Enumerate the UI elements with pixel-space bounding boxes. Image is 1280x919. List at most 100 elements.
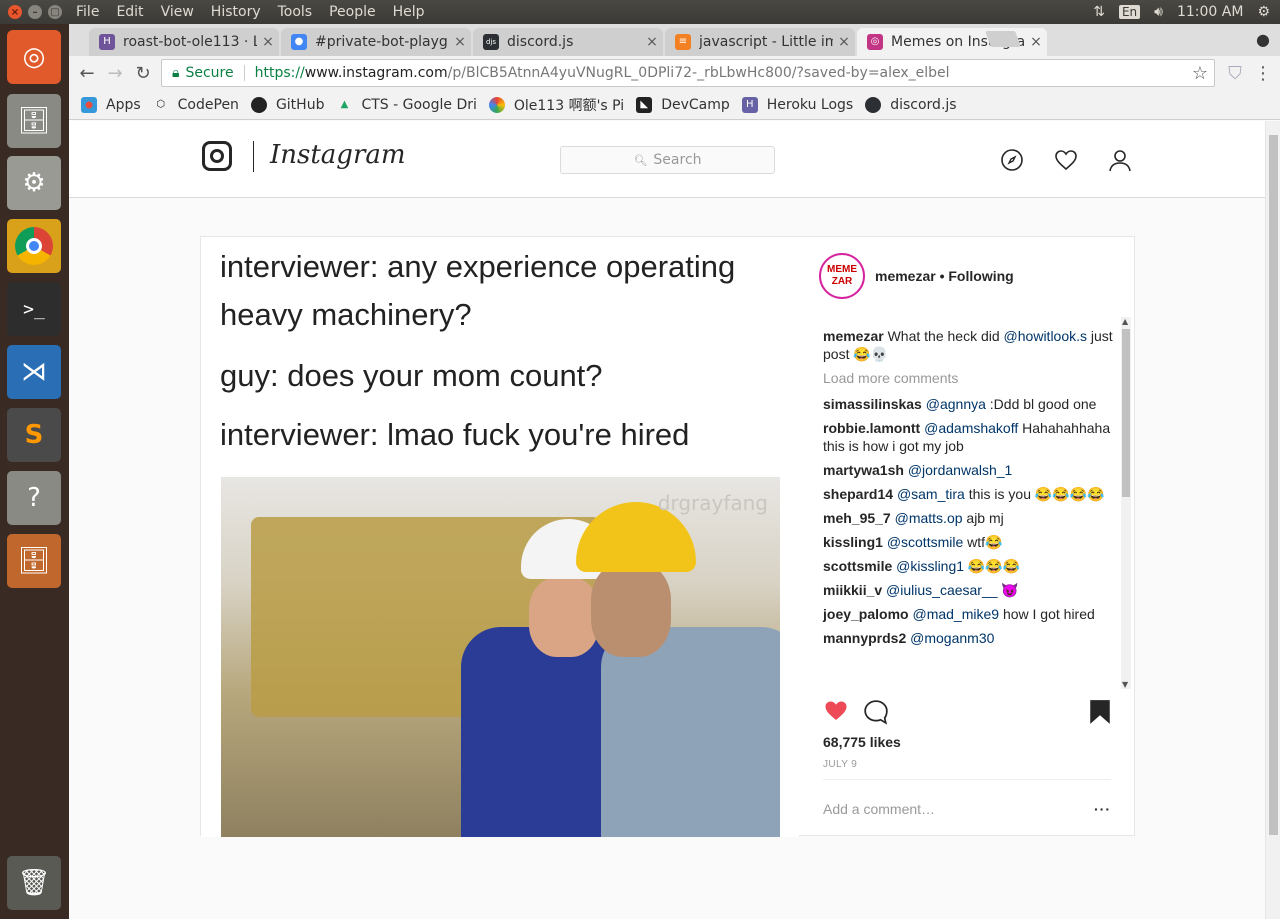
tab-close-icon[interactable]: ×: [641, 34, 663, 50]
bookmark-discordjs[interactable]: discord.js: [865, 96, 957, 113]
address-bar[interactable]: 🔒︎ Secure https:// www.instagram.com /p/…: [161, 59, 1215, 87]
likes-count[interactable]: 68,775 likes: [823, 734, 901, 750]
menu-edit[interactable]: Edit: [116, 4, 143, 20]
volume-icon[interactable]: 🔊︎: [1154, 4, 1163, 20]
caption-username[interactable]: memezar: [823, 328, 884, 344]
new-tab-button[interactable]: [985, 31, 1021, 47]
comment-mention[interactable]: @matts.op: [895, 510, 963, 526]
caption-mention[interactable]: @howitlook.s: [1004, 328, 1087, 344]
vscode-icon[interactable]: ⋊: [7, 345, 61, 399]
bookmark-devcamp[interactable]: ◣ DevCamp: [636, 96, 730, 113]
keyboard-language[interactable]: En: [1118, 5, 1141, 19]
files-icon[interactable]: 🗄: [7, 94, 61, 148]
files-secondary-icon[interactable]: 🗄: [7, 534, 61, 588]
comment-mention[interactable]: @adamshakoff: [924, 420, 1018, 436]
window-minimize-button[interactable]: –: [28, 5, 42, 19]
bookmark-heroku-logs[interactable]: H Heroku Logs: [741, 96, 853, 113]
bookmark-apps[interactable]: Apps: [81, 96, 141, 113]
comment-username[interactable]: robbie.lamontt: [823, 420, 920, 436]
page-scrollbar[interactable]: [1265, 121, 1280, 919]
menu-help[interactable]: Help: [393, 4, 425, 20]
profile-user-icon[interactable]: [1108, 148, 1132, 172]
comment-item: mannyprds2 @moganm30: [823, 629, 1113, 647]
terminal-icon[interactable]: >_: [7, 282, 61, 336]
bookmark-ole113[interactable]: Ole113 啊额's Pi: [488, 95, 624, 115]
like-heart-icon[interactable]: [823, 699, 849, 723]
author-username[interactable]: memezar: [875, 268, 936, 284]
tab-close-icon[interactable]: ×: [449, 34, 471, 50]
save-bookmark-icon[interactable]: [1089, 699, 1111, 725]
system-settings-icon[interactable]: ⚙: [7, 156, 61, 210]
forward-arrow-icon[interactable]: →: [101, 63, 129, 84]
comments-scrollbar[interactable]: ▲ ▼: [1121, 317, 1131, 689]
search-input[interactable]: 🔍︎ Search: [560, 146, 775, 174]
comment-mention[interactable]: @iulius_caesar__: [886, 582, 998, 598]
instagram-wordmark[interactable]: Instagram: [270, 140, 406, 170]
tab-close-icon[interactable]: ×: [833, 34, 855, 50]
chrome-menu-icon[interactable]: ⋮: [1249, 63, 1277, 84]
back-arrow-icon[interactable]: ←: [73, 63, 101, 84]
more-options-icon[interactable]: ···: [1094, 801, 1111, 817]
scroll-down-arrow-icon[interactable]: ▼: [1122, 680, 1128, 689]
explore-compass-icon[interactable]: [1000, 148, 1024, 172]
comment-username[interactable]: kissling1: [823, 534, 883, 550]
unknown-app-icon[interactable]: ?: [7, 471, 61, 525]
comment-mention[interactable]: @sam_tira: [897, 486, 965, 502]
instagram-camera-logo-icon[interactable]: [202, 141, 232, 171]
reload-icon[interactable]: ↻: [129, 63, 157, 84]
follow-status[interactable]: • Following: [940, 268, 1014, 284]
menu-people[interactable]: People: [329, 4, 376, 20]
clock[interactable]: 11:00 AM: [1177, 4, 1243, 20]
sublime-text-icon[interactable]: S: [7, 408, 61, 462]
post-date[interactable]: JULY 9: [823, 759, 857, 770]
bookmark-codepen[interactable]: ⬡ CodePen: [153, 97, 239, 113]
menu-history[interactable]: History: [211, 4, 261, 20]
post-image[interactable]: interviewer: any experience operating he…: [201, 237, 799, 837]
scroll-up-arrow-icon[interactable]: ▲: [1122, 317, 1128, 326]
tab-close-icon[interactable]: ×: [257, 34, 279, 50]
tab-roast-bot[interactable]: H roast-bot-ole113 · L ×: [89, 28, 279, 56]
comment-mention[interactable]: @scottsmile: [887, 534, 963, 550]
bookmark-star-icon[interactable]: ☆: [1192, 63, 1208, 84]
window-maximize-button[interactable]: □: [48, 5, 62, 19]
bookmark-cts-drive[interactable]: ▲ CTS - Google Dri: [336, 97, 477, 113]
ubuntu-logo-icon[interactable]: ◎: [7, 30, 61, 84]
settings-gear-icon[interactable]: ⚙: [1257, 4, 1270, 20]
avatar[interactable]: MEME ZAR: [819, 253, 865, 299]
comment-username[interactable]: meh_95_7: [823, 510, 891, 526]
menu-file[interactable]: File: [76, 4, 99, 20]
comment-username[interactable]: miikkii_v: [823, 582, 882, 598]
comment-username[interactable]: martywa1sh: [823, 462, 904, 478]
comments-scroll-thumb[interactable]: [1122, 329, 1130, 497]
network-icon[interactable]: ⇅: [1093, 4, 1105, 20]
comment-username[interactable]: joey_palomo: [823, 606, 909, 622]
comment-mention[interactable]: @moganm30: [910, 630, 994, 646]
comment-username[interactable]: mannyprds2: [823, 630, 906, 646]
tab-discordjs[interactable]: djs discord.js ×: [473, 28, 663, 56]
trash-icon[interactable]: 🗑: [7, 856, 61, 910]
comment-mention[interactable]: @mad_mike9: [912, 606, 999, 622]
menu-tools[interactable]: Tools: [278, 4, 313, 20]
comment-username[interactable]: scottsmile: [823, 558, 892, 574]
post-actions: [823, 699, 1111, 729]
page-scroll-thumb[interactable]: [1269, 135, 1278, 835]
comment-mention[interactable]: @jordanwalsh_1: [908, 462, 1013, 478]
comment-username[interactable]: shepard14: [823, 486, 893, 502]
add-comment-field[interactable]: Add a comment… ···: [823, 779, 1111, 837]
menu-view[interactable]: View: [161, 4, 194, 20]
tab-stackoverflow[interactable]: ≡ javascript - Little im ×: [665, 28, 855, 56]
profile-icon[interactable]: ●: [1256, 30, 1270, 49]
bookmark-github[interactable]: GitHub: [250, 96, 324, 113]
tab-close-icon[interactable]: ×: [1025, 34, 1047, 50]
tab-private-bot[interactable]: ● #private-bot-playgr ×: [281, 28, 471, 56]
comment-bubble-icon[interactable]: [863, 699, 889, 725]
comment-mention[interactable]: @agnnya: [926, 396, 986, 412]
comment-mention[interactable]: @kissling1: [896, 558, 964, 574]
worker-head: [591, 562, 671, 657]
comment-username[interactable]: simassilinskas: [823, 396, 922, 412]
window-close-button[interactable]: ×: [8, 5, 22, 19]
activity-heart-icon[interactable]: [1054, 148, 1078, 172]
load-more-comments-button[interactable]: Load more comments: [823, 369, 1113, 387]
chrome-icon[interactable]: [7, 219, 61, 273]
extension-shield-icon[interactable]: ⛉: [1221, 63, 1249, 84]
